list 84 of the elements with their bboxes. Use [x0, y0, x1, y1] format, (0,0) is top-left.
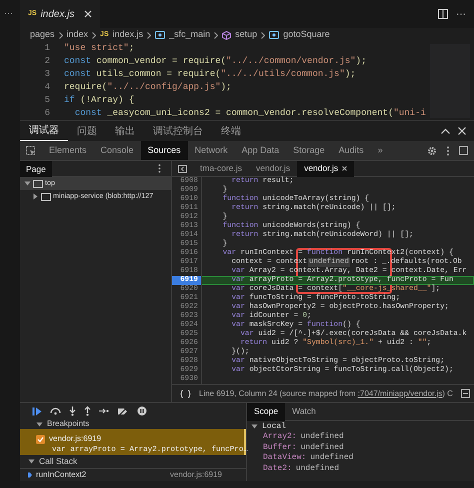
code-line: require("../../config/app.js");	[64, 81, 232, 94]
chevron-icon	[92, 32, 96, 38]
breadcrumb-item[interactable]: _sfc_main	[155, 28, 210, 42]
chevron-icon	[147, 32, 152, 38]
breadcrumb-item[interactable]: gotoSquare	[269, 28, 330, 42]
scope-tab[interactable]: Scope	[247, 402, 286, 420]
frame-location: vendor.js:6919	[170, 469, 222, 481]
pause-icon[interactable]	[137, 406, 147, 416]
devtools-tab[interactable]: Elements	[42, 141, 94, 160]
breakpoint-location: vendor.js:6919	[49, 433, 102, 446]
devtools-tab[interactable]: Network	[188, 141, 235, 160]
breadcrumb-item[interactable]: index	[66, 28, 88, 42]
more-actions[interactable]: ···	[448, 6, 474, 22]
chevron-icon	[58, 32, 63, 38]
scope-section-header[interactable]: Local	[262, 420, 286, 432]
more-tabs-button[interactable]: »	[370, 141, 390, 160]
file-tab[interactable]: vendor.js	[249, 160, 298, 176]
step-over-icon[interactable]	[50, 407, 61, 416]
line-number: 6	[44, 107, 51, 120]
devtools-tab[interactable]: App Data	[234, 141, 286, 160]
line-number: 3	[44, 68, 51, 81]
coverage-icon[interactable]	[460, 389, 470, 398]
devtools-tab[interactable]: Audits	[332, 141, 371, 160]
kebab-menu-icon[interactable]	[446, 146, 450, 156]
expanded-arrow-icon[interactable]	[251, 423, 258, 430]
pretty-print-icon[interactable]	[180, 390, 191, 398]
step-out-icon[interactable]	[84, 406, 91, 416]
panel-tab[interactable]: 问题	[68, 121, 106, 141]
code-line: if (!Array) {	[64, 94, 134, 107]
panel-tab[interactable]: 调试控制台	[144, 121, 212, 141]
chevron-up-icon[interactable]	[441, 128, 450, 134]
scope-tab[interactable]: Watch	[285, 402, 323, 420]
pane-tab[interactable]: Page	[20, 161, 52, 176]
step-icon[interactable]	[99, 408, 109, 414]
expanded-arrow-icon[interactable]	[28, 458, 35, 466]
current-frame-icon	[28, 471, 32, 479]
file-tab[interactable]: vendor.js	[297, 160, 354, 176]
code-line: const utils_common = require("../../utils/common.js");	[64, 68, 356, 81]
code-line: const common_vendor = require("../../common/vendor.js");	[64, 55, 366, 68]
scope-variable: Date2: undefined	[262, 464, 340, 474]
code-line: "use strict";	[64, 42, 134, 55]
breadcrumb-item[interactable]: pages	[30, 28, 55, 42]
collapsed-arrow-icon[interactable]	[32, 193, 39, 200]
line-number: 2	[44, 55, 51, 68]
variable-icon	[155, 31, 166, 39]
section-header[interactable]: Call Stack	[39, 455, 78, 468]
section-header[interactable]: Breakpoints	[47, 419, 90, 430]
close-icon[interactable]	[342, 166, 348, 171]
panel-tab[interactable]: 终端	[212, 121, 250, 141]
settings-icon[interactable]	[427, 146, 437, 156]
panel-tab[interactable]: 输出	[106, 121, 144, 141]
dock-icon[interactable]	[459, 146, 468, 155]
breadcrumb-item[interactable]: setup	[222, 28, 258, 42]
line-number: 4	[44, 81, 51, 94]
variable-icon	[269, 31, 280, 39]
scope-variable: DataView: undefined	[262, 453, 354, 464]
expanded-arrow-icon[interactable]	[36, 420, 43, 428]
close-icon[interactable]	[458, 127, 466, 135]
call-frame[interactable]: runInContext2 vendor.js:6919	[20, 469, 246, 481]
devtools-tab[interactable]: Console	[94, 141, 141, 160]
chevron-icon	[261, 32, 266, 38]
expanded-arrow-icon[interactable]	[24, 180, 31, 187]
file-tab[interactable]: tma-core.js	[193, 160, 250, 176]
line-number: 5	[44, 94, 51, 107]
devtools-tab[interactable]: Sources	[140, 141, 188, 160]
kebab-menu-icon[interactable]	[158, 164, 161, 173]
source-link[interactable]: :7047/miniapp/vendor.js	[358, 388, 442, 398]
frame-name: runInContext2	[36, 469, 88, 481]
status-text: Line 6919, Column 24 (source mapped from :7047/miniapp/vendor.js) C	[199, 388, 453, 400]
inspect-icon[interactable]	[26, 146, 36, 156]
deactivate-breakpoints-icon[interactable]	[117, 406, 129, 416]
checkbox-checked-icon[interactable]	[36, 434, 45, 444]
scope-variable: Buffer: undefined	[262, 442, 345, 453]
more-text[interactable]: ···	[0, 0, 20, 18]
line-number: 1	[44, 42, 51, 55]
scope-variable: Array2: undefined	[262, 432, 345, 442]
chevron-icon	[214, 32, 218, 38]
sidebar-toggle-icon[interactable]	[178, 164, 187, 172]
code-line: const _easycom_uni_icons2 = common_vendor.resolveComponent("uni-i	[74, 107, 426, 120]
devtools-tab[interactable]: Storage	[286, 141, 332, 160]
split-editor-icon[interactable]	[438, 9, 448, 19]
resume-icon[interactable]	[32, 406, 42, 416]
step-into-icon[interactable]	[69, 406, 76, 416]
cube-icon	[222, 30, 232, 40]
